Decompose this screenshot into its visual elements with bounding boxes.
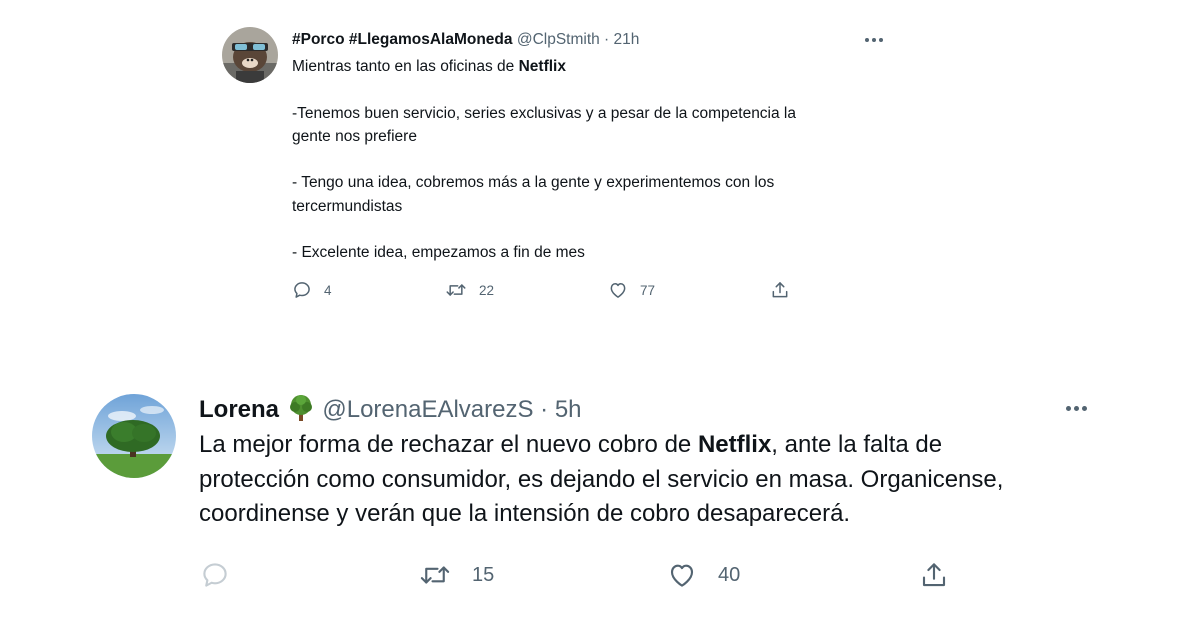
avatar[interactable] [222, 27, 278, 83]
separator: · [599, 31, 614, 48]
retweet-icon [420, 566, 450, 584]
more-icon-dot [872, 38, 876, 42]
more-options-button[interactable] [1066, 406, 1087, 411]
display-name[interactable]: Lorena [199, 396, 279, 423]
share-icon [922, 563, 946, 587]
netflix-mention: Netflix [518, 58, 566, 75]
avatar[interactable] [92, 394, 176, 478]
handle[interactable]: @LorenaEAlvarezS [322, 396, 533, 423]
retweet-button[interactable]: 22 [445, 280, 494, 300]
reply-count: 4 [324, 282, 332, 298]
separator: · [533, 396, 555, 423]
display-name[interactable]: #Porco #LlegamosAlaMoneda [292, 31, 513, 48]
more-icon-dot [1082, 406, 1087, 411]
more-icon-dot [1066, 406, 1071, 411]
like-button[interactable]: 77 [608, 280, 655, 300]
retweet-button[interactable]: 15 [418, 560, 494, 590]
tweet-header: #Porco #LlegamosAlaMoneda @ClpStmith · 2… [292, 31, 639, 49]
share-button[interactable] [918, 560, 950, 590]
like-button[interactable]: 40 [666, 560, 740, 590]
netflix-mention: Netflix [697, 431, 772, 458]
tree-landscape-avatar-icon [92, 394, 176, 478]
tweet-header: Lorena @LorenaEAlvarezS · 5h [199, 394, 582, 424]
reply-button[interactable]: 4 [292, 280, 332, 300]
handle[interactable]: @ClpStmith [517, 31, 600, 48]
like-icon [670, 564, 694, 587]
share-button[interactable] [770, 280, 790, 300]
more-icon-dot [865, 38, 869, 42]
cartoon-avatar-icon [222, 27, 278, 83]
more-icon-dot [879, 38, 883, 42]
tweet-text-intro: La mejor forma de rechazar el nuevo cobr… [199, 431, 698, 458]
tweet-text: La mejor forma de rechazar el nuevo cobr… [199, 428, 1099, 532]
tweet-text-rest: -Tenemos buen servicio, series exclusiva… [292, 104, 796, 262]
reply-button[interactable] [200, 560, 230, 590]
tweet-text: Mientras tanto en las oficinas de Netfli… [292, 55, 892, 265]
retweet-count: 15 [472, 563, 495, 586]
retweet-icon [446, 284, 466, 296]
like-count: 77 [640, 282, 656, 298]
timestamp[interactable]: 21h [614, 31, 640, 48]
reply-icon [294, 282, 310, 298]
more-icon-dot [1074, 406, 1079, 411]
retweet-count: 22 [479, 282, 495, 298]
like-count: 40 [718, 563, 741, 586]
like-icon [610, 283, 626, 298]
tree-emoji-icon [289, 395, 312, 421]
more-options-button[interactable] [865, 38, 883, 42]
timestamp[interactable]: 5h [555, 396, 582, 423]
tweet-text-intro: Mientras tanto en las oficinas de [292, 58, 519, 75]
share-icon [772, 282, 788, 298]
reply-icon [203, 563, 227, 587]
